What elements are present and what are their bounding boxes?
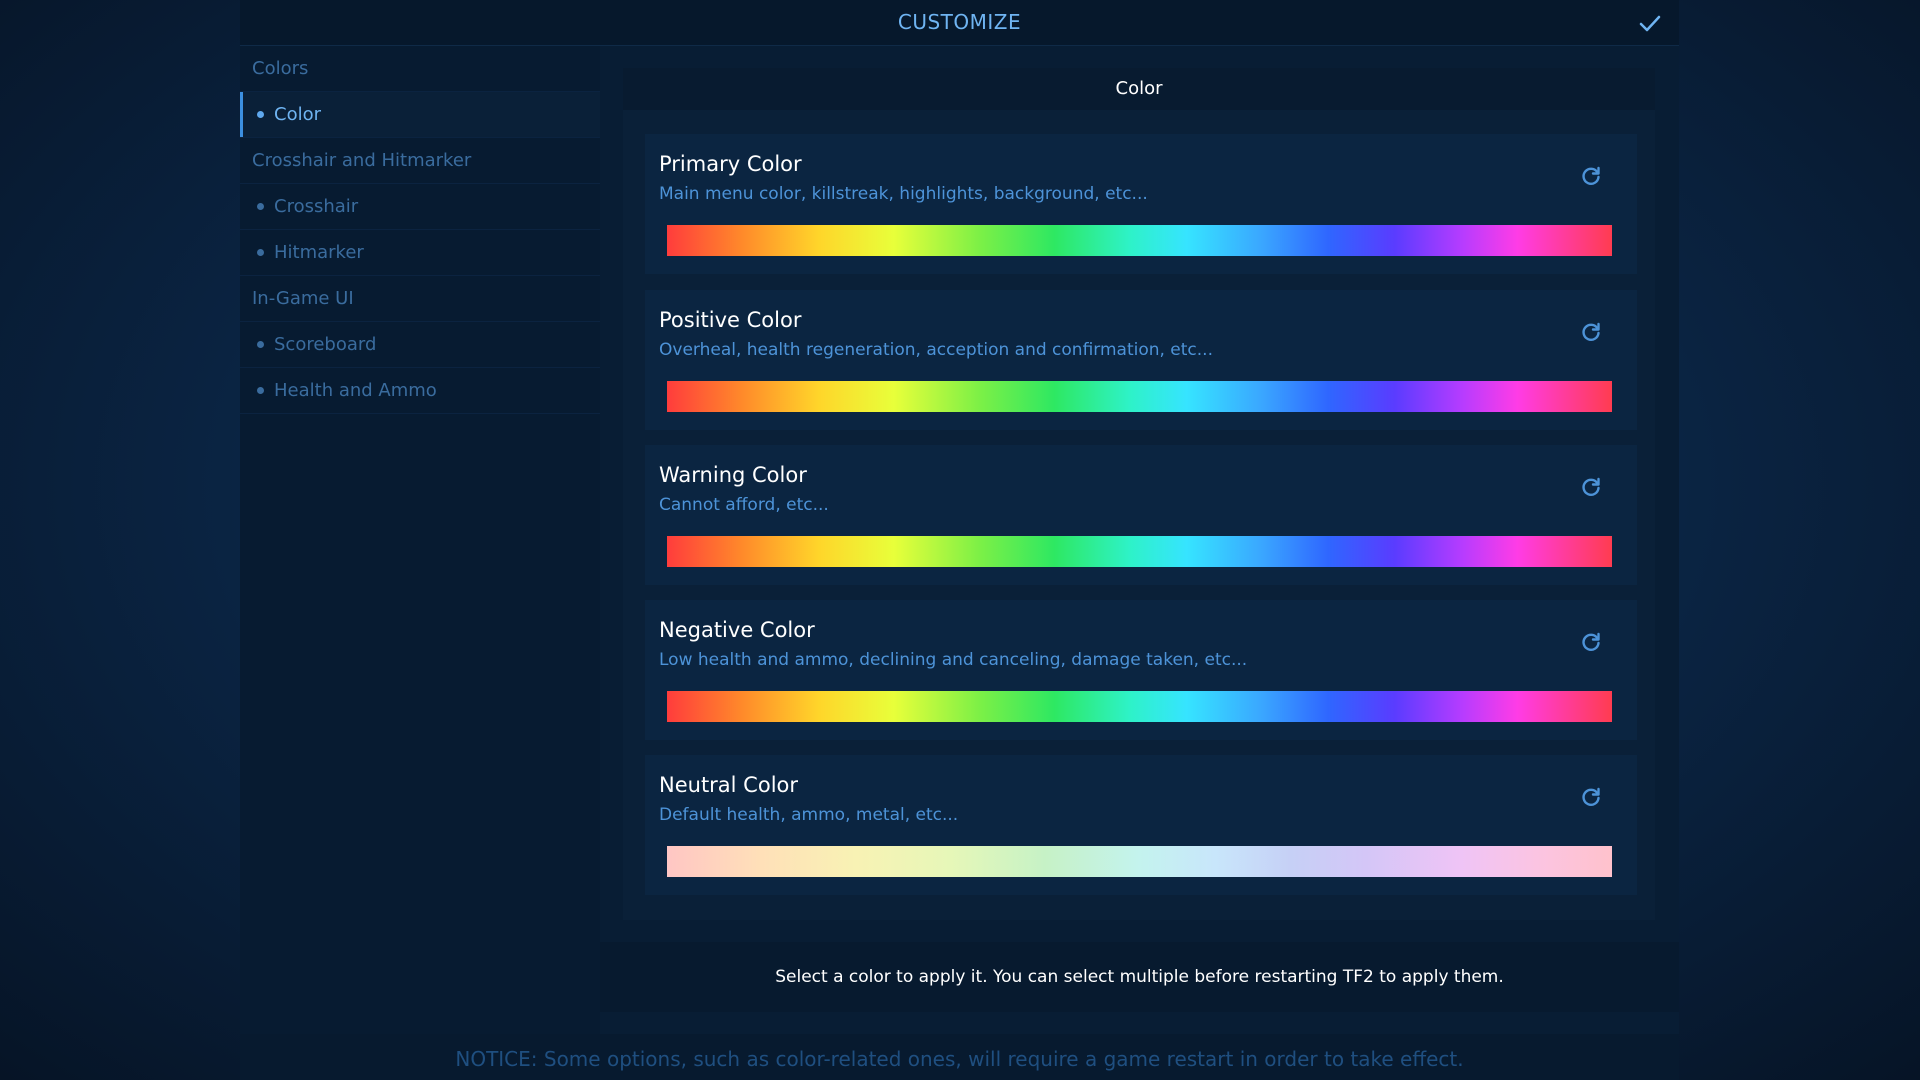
sidebar-item-label: Health and Ammo <box>274 380 437 401</box>
bullet-icon <box>257 341 264 348</box>
sidebar-item-crosshair[interactable]: Crosshair <box>240 184 600 230</box>
confirm-button[interactable] <box>1635 8 1665 38</box>
color-card-name: Positive Color <box>659 308 802 332</box>
sidebar-item-label: Scoreboard <box>274 334 377 355</box>
bullet-icon <box>257 387 264 394</box>
color-panel: Color Primary Color Main menu color, kil… <box>623 68 1655 920</box>
checkmark-icon <box>1639 15 1661 32</box>
color-card-neutral: Neutral Color Default health, ammo, meta… <box>645 755 1637 895</box>
customize-window: CUSTOMIZE Colors Color Crosshair and Hit… <box>240 0 1679 1080</box>
sidebar-item-label: Crosshair <box>274 196 359 217</box>
color-card-description: Default health, ammo, metal, etc... <box>659 805 959 825</box>
sidebar-item-scoreboard[interactable]: Scoreboard <box>240 322 600 368</box>
color-card-name: Warning Color <box>659 463 807 487</box>
bullet-icon <box>257 203 264 210</box>
color-card-warning: Warning Color Cannot afford, etc... <box>645 445 1637 585</box>
sidebar-item-health-and-ammo[interactable]: Health and Ammo <box>240 368 600 414</box>
sidebar-group-crosshair-and-hitmarker: Crosshair and Hitmarker <box>240 138 600 184</box>
sidebar-group-label: Crosshair and Hitmarker <box>252 150 472 171</box>
color-card-name: Neutral Color <box>659 773 799 797</box>
color-card-positive: Positive Color Overheal, health regenera… <box>645 290 1637 430</box>
reset-button[interactable] <box>1579 630 1603 654</box>
color-card-description: Overheal, health regeneration, acception… <box>659 340 1213 360</box>
color-card-name: Negative Color <box>659 618 815 642</box>
page-title: CUSTOMIZE <box>897 10 1022 34</box>
top-bar: CUSTOMIZE <box>240 0 1679 46</box>
main-content: Color Primary Color Main menu color, kil… <box>600 46 1679 1034</box>
refresh-icon <box>1582 322 1600 341</box>
reset-button[interactable] <box>1579 320 1603 344</box>
sidebar-item-label: Color <box>274 104 321 125</box>
sidebar-group-label: Colors <box>252 58 309 79</box>
panel-title: Color <box>623 68 1655 110</box>
hint-text: Select a color to apply it. You can sele… <box>600 942 1679 1012</box>
sidebar-item-label: Hitmarker <box>274 242 364 263</box>
sidebar-item-hitmarker[interactable]: Hitmarker <box>240 230 600 276</box>
refresh-icon <box>1582 477 1600 496</box>
color-spectrum-picker[interactable] <box>667 691 1612 722</box>
bullet-icon <box>257 111 264 118</box>
reset-button[interactable] <box>1579 164 1603 188</box>
color-card-description: Cannot afford, etc... <box>659 495 829 515</box>
restart-notice: NOTICE: Some options, such as color-rela… <box>455 1047 1464 1071</box>
color-card-description: Low health and ammo, declining and cance… <box>659 650 1248 670</box>
refresh-icon <box>1582 166 1600 185</box>
sidebar: Colors Color Crosshair and Hitmarker Cro… <box>240 46 600 1034</box>
color-spectrum-picker[interactable] <box>667 381 1612 412</box>
sidebar-group-label: In-Game UI <box>252 288 354 309</box>
color-spectrum-picker[interactable] <box>667 846 1612 877</box>
color-card-negative: Negative Color Low health and ammo, decl… <box>645 600 1637 740</box>
color-spectrum-picker[interactable] <box>667 536 1612 567</box>
color-spectrum-picker[interactable] <box>667 225 1612 256</box>
sidebar-group-colors: Colors <box>240 46 600 92</box>
bullet-icon <box>257 249 264 256</box>
reset-button[interactable] <box>1579 475 1603 499</box>
refresh-icon <box>1582 632 1600 651</box>
color-card-name: Primary Color <box>659 152 802 176</box>
color-card-primary: Primary Color Main menu color, killstrea… <box>645 134 1637 274</box>
reset-button[interactable] <box>1579 785 1603 809</box>
color-card-description: Main menu color, killstreak, highlights,… <box>659 184 1148 204</box>
refresh-icon <box>1582 787 1600 806</box>
sidebar-group-in-game-ui: In-Game UI <box>240 276 600 322</box>
sidebar-item-color[interactable]: Color <box>240 92 600 138</box>
